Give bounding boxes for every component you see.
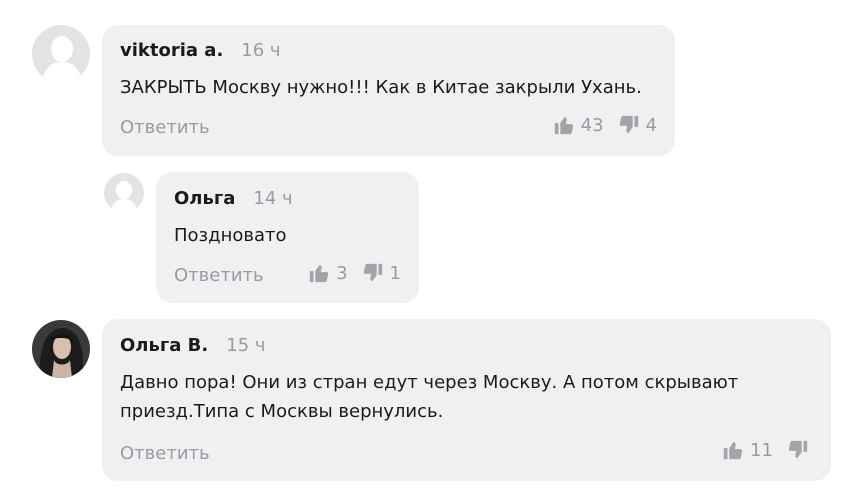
vote-controls: 43 4 [553,114,657,136]
reply-button[interactable]: Ответить [174,265,264,286]
like-button[interactable]: 43 [553,114,604,136]
thumbs-down-icon [788,440,808,459]
comment-meta: Ольга 14 ч [174,188,293,209]
like-count: 11 [750,439,773,461]
thumbs-up-icon [723,441,743,460]
thumbs-up-icon [309,264,329,283]
comment-author[interactable]: Ольга [174,188,235,209]
comment-text: ЗАКРЫТЬ Москву нужно!!! Как в Китае закр… [120,77,642,98]
dislike-count: 4 [645,114,657,136]
comment-time[interactable]: 16 ч [241,40,280,61]
user-photo-icon [32,320,90,378]
like-count: 43 [580,114,604,136]
comment-bubble: Ольга В. 15 ч Давно пора! Они из стран е… [102,319,831,481]
thumbs-up-icon [554,116,573,135]
dislike-button[interactable] [787,439,809,461]
comment-text-line: Давно пора! Они из стран едут через Моск… [120,372,739,393]
avatar[interactable] [104,173,144,213]
comment-bubble: Ольга 14 ч Поздновато Ответить 3 1 [156,172,419,303]
comment-author[interactable]: Ольга В. [120,335,208,356]
dislike-button[interactable]: 4 [618,114,657,136]
comment-time[interactable]: 15 ч [226,335,265,356]
like-count: 3 [336,262,348,284]
user-silhouette-icon [104,173,144,213]
reply-button[interactable]: Ответить [120,117,210,138]
vote-controls: 11 [722,439,809,461]
comment-text-line: приезд.Типа с Москвы вернулись. [120,401,444,422]
thumbs-down-icon [619,115,638,134]
comment-author[interactable]: viktoria a. [120,40,223,61]
comment-time[interactable]: 14 ч [253,188,292,209]
user-silhouette-icon [32,25,90,83]
thumbs-down-icon [363,263,382,282]
dislike-count: 1 [389,262,401,284]
avatar[interactable] [32,25,90,83]
comment-meta: viktoria a. 16 ч [120,40,281,61]
reply-button[interactable]: Ответить [120,443,210,464]
comment-bubble: viktoria a. 16 ч ЗАКРЫТЬ Москву нужно!!!… [102,25,675,156]
comments-thread: viktoria a. 16 ч ЗАКРЫТЬ Москву нужно!!!… [0,0,852,490]
vote-controls: 3 1 [308,262,401,284]
like-button[interactable]: 3 [308,262,348,284]
comment-text: Поздновато [174,225,287,246]
like-button[interactable]: 11 [722,439,773,461]
avatar[interactable] [32,320,90,378]
dislike-button[interactable]: 1 [362,262,401,284]
comment-meta: Ольга В. 15 ч [120,335,266,356]
